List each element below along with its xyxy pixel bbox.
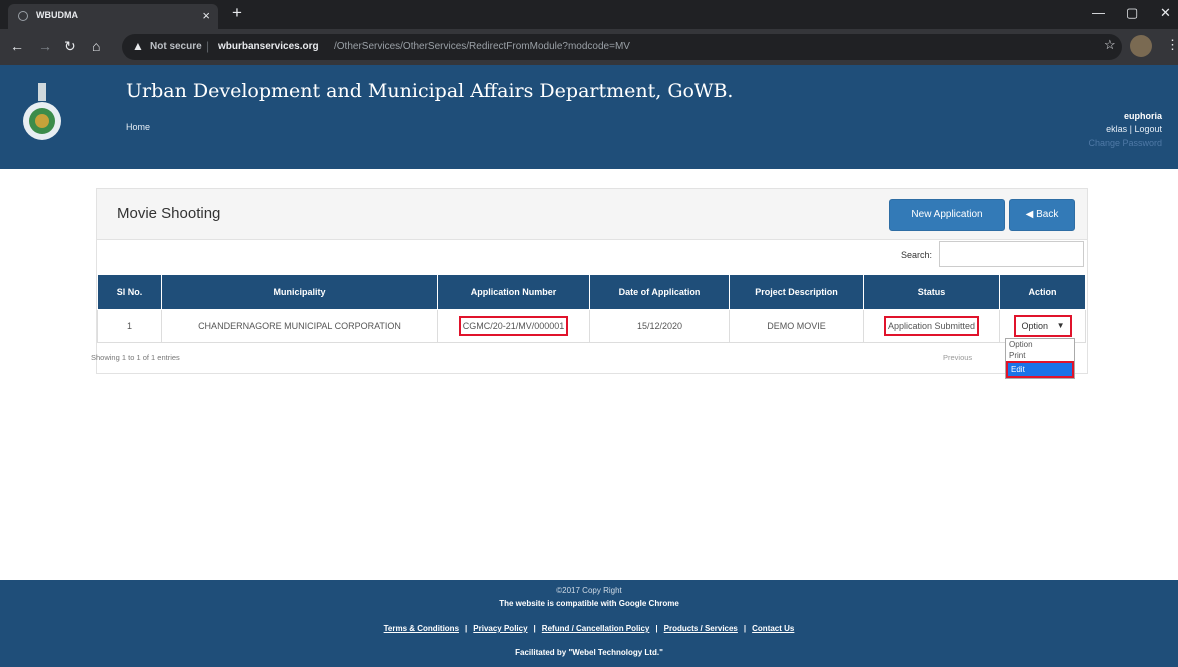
- footer-separator: |: [743, 624, 747, 633]
- site-title: Urban Development and Municipal Affairs …: [126, 80, 734, 102]
- contact-link[interactable]: Contact Us: [752, 624, 794, 633]
- search-input[interactable]: [939, 241, 1084, 267]
- description-cell: DEMO MOVIE: [729, 309, 864, 343]
- forward-arrow-icon[interactable]: →: [38, 38, 52, 54]
- column-header[interactable]: Sl No.: [97, 274, 162, 310]
- new-application-button[interactable]: New Application: [889, 199, 1005, 231]
- maximize-icon[interactable]: ▢: [1126, 5, 1138, 21]
- table-header-row: Sl No. Municipality Application Number D…: [97, 274, 1086, 310]
- table-row: 1 CHANDERNAGORE MUNICIPAL CORPORATION CG…: [97, 309, 1086, 343]
- copyright-text: ©2017 Copy Right: [556, 586, 622, 595]
- site-footer: ©2017 Copy Right The website is compatib…: [0, 580, 1178, 667]
- status-value: Application Submitted: [883, 316, 980, 336]
- chevron-down-icon: ▼: [1056, 321, 1065, 330]
- facilitated-text: Facilitated by "Webel Technology Ltd.": [515, 648, 663, 657]
- applications-table: Sl No. Municipality Application Number D…: [97, 274, 1086, 343]
- sl-no-cell: 1: [97, 309, 162, 343]
- new-tab-icon[interactable]: +: [232, 3, 242, 23]
- browser-tab-bar: WBUDMA × + — ▢ ✕: [0, 0, 1178, 29]
- column-header[interactable]: Status: [863, 274, 1000, 310]
- date-cell: 15/12/2020: [589, 309, 730, 343]
- reload-icon[interactable]: ↻: [64, 38, 76, 55]
- panel-heading: Movie Shooting New Application ◀ Back: [97, 189, 1087, 240]
- home-link[interactable]: Home: [126, 122, 150, 132]
- dropdown-option-option[interactable]: Option: [1006, 339, 1074, 350]
- dropdown-option-print[interactable]: Print: [1006, 350, 1074, 361]
- action-dropdown-list: Option Print Edit: [1005, 338, 1075, 379]
- footer-separator: |: [655, 624, 658, 633]
- address-bar-row: ← → ↻ ⌂ ▲ Not secure | wburbanservices.o…: [0, 29, 1178, 65]
- status-cell: Application Submitted: [863, 309, 1000, 343]
- refund-link[interactable]: Refund / Cancellation Policy: [542, 624, 650, 633]
- warning-icon: ▲: [132, 39, 144, 53]
- url-path: /OtherServices/OtherServices/RedirectFro…: [334, 41, 630, 52]
- column-header[interactable]: Municipality: [161, 274, 438, 310]
- footer-separator: |: [533, 624, 536, 633]
- previous-page-button[interactable]: Previous: [943, 353, 972, 362]
- bookmark-star-icon[interactable]: ☆: [1104, 37, 1116, 53]
- menu-kebab-icon[interactable]: ⋮: [1166, 37, 1178, 53]
- column-header[interactable]: Project Description: [729, 274, 864, 310]
- footer-links: Terms & Conditions | Privacy Policy | Refund…: [0, 624, 1178, 633]
- user-links[interactable]: eklas | Logout: [1106, 124, 1162, 134]
- column-header[interactable]: Date of Application: [589, 274, 730, 310]
- products-link[interactable]: Products / Services: [664, 624, 738, 633]
- minimize-icon[interactable]: —: [1092, 5, 1105, 20]
- govt-emblem-icon: [23, 83, 61, 140]
- movie-shooting-panel: Movie Shooting New Application ◀ Back Se…: [91, 188, 1088, 374]
- application-number-cell: CGMC/20-21/MV/000001: [437, 309, 590, 343]
- url-input[interactable]: ▲ Not secure | wburbanservices.org /Othe…: [122, 34, 1122, 60]
- table-info: Showing 1 to 1 of 1 entries: [91, 353, 180, 362]
- search-label: Search:: [901, 250, 933, 260]
- municipality-cell: CHANDERNAGORE MUNICIPAL CORPORATION: [161, 309, 438, 343]
- column-header: Action: [999, 274, 1086, 310]
- compatibility-text: The website is compatible with Google Ch…: [499, 599, 679, 608]
- home-icon[interactable]: ⌂: [92, 38, 100, 54]
- column-header[interactable]: Application Number: [437, 274, 590, 310]
- change-password-link[interactable]: Change Password: [1088, 138, 1162, 148]
- back-button[interactable]: ◀ Back: [1009, 199, 1075, 231]
- profile-avatar[interactable]: [1130, 35, 1152, 57]
- site-header: Urban Development and Municipal Affairs …: [0, 65, 1178, 169]
- action-select-value: Option: [1021, 321, 1049, 331]
- back-arrow-icon[interactable]: ←: [10, 38, 24, 54]
- action-select[interactable]: Option ▼: [1013, 315, 1072, 337]
- footer-separator: |: [465, 624, 468, 633]
- terms-link[interactable]: Terms & Conditions: [384, 624, 459, 633]
- not-secure-label: Not secure: [150, 41, 202, 52]
- globe-icon: [18, 11, 28, 21]
- privacy-link[interactable]: Privacy Policy: [473, 624, 527, 633]
- close-window-icon[interactable]: ✕: [1160, 5, 1171, 21]
- panel-title: Movie Shooting: [117, 205, 221, 222]
- tab-close-icon[interactable]: ×: [202, 8, 210, 23]
- tab-title: WBUDMA: [36, 10, 78, 20]
- url-domain: wburbanservices.org: [218, 41, 319, 52]
- user-name: euphoria: [1123, 111, 1162, 121]
- application-number-value: CGMC/20-21/MV/000001: [458, 316, 569, 336]
- browser-tab[interactable]: WBUDMA ×: [8, 4, 218, 29]
- url-separator: |: [206, 39, 210, 53]
- dropdown-option-edit[interactable]: Edit: [1006, 361, 1074, 378]
